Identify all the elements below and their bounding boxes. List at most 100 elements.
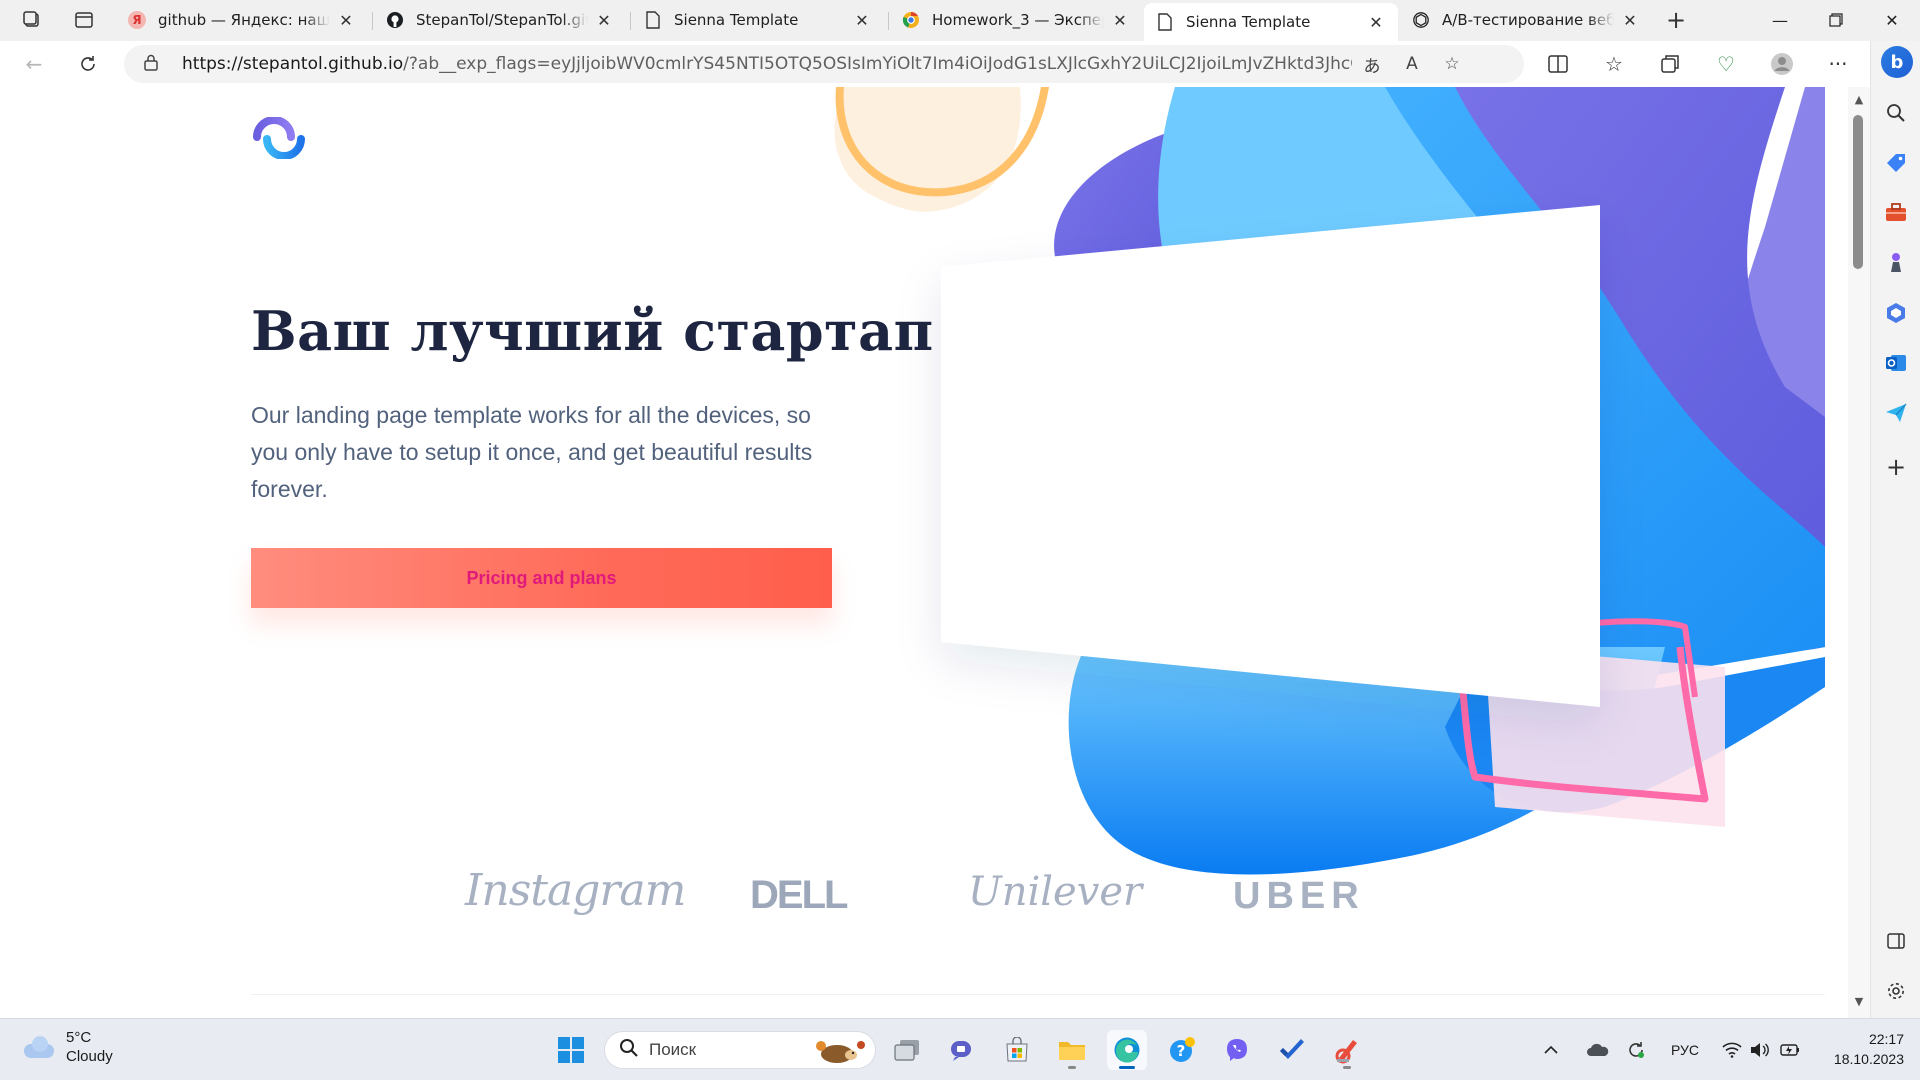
send-plane-icon[interactable] — [1880, 397, 1912, 429]
clock-time: 22:17 — [1868, 1031, 1904, 1047]
windows-start-icon[interactable] — [551, 1030, 591, 1070]
weather-temperature: 5°C — [66, 1029, 92, 1046]
yandex-icon: Я — [128, 11, 146, 29]
close-tab-icon[interactable]: ✕ — [1110, 11, 1130, 30]
todo-check-icon[interactable] — [1272, 1030, 1312, 1070]
openai-icon — [1412, 11, 1430, 29]
landing-page: Ваш лучший стартап Our landing page temp… — [25, 87, 1825, 1018]
favorite-star-icon[interactable]: ☆ — [1432, 54, 1472, 74]
profile-avatar[interactable] — [1766, 49, 1798, 79]
github-icon — [386, 11, 404, 29]
file-explorer-icon[interactable] — [1052, 1030, 1092, 1070]
tab-title: github — Яндекс: нашлось — [158, 11, 330, 29]
edge-sidebar: b + — [1870, 41, 1920, 1018]
hero-title: Ваш лучший стартап — [251, 299, 934, 363]
address-bar[interactable]: https://stepantol.github.io/?ab__exp_fla… — [124, 45, 1524, 83]
browser-toolbar: ← https://stepantol.github.io/?ab__exp_f… — [0, 41, 1920, 87]
show-hidden-icons-chevron-icon[interactable] — [1544, 1019, 1558, 1080]
translate-icon[interactable]: あ — [1352, 52, 1392, 77]
collections-icon[interactable] — [1654, 49, 1686, 79]
shopping-tag-icon[interactable] — [1880, 147, 1912, 179]
sync-update-icon[interactable] — [1626, 1019, 1646, 1080]
hero-description: Our landing page template works for all … — [251, 402, 813, 502]
battery-charging-icon[interactable] — [1780, 1019, 1800, 1080]
add-sidebar-app-icon[interactable]: + — [1880, 451, 1912, 483]
games-chess-icon[interactable] — [1880, 247, 1912, 279]
page-icon — [644, 11, 662, 29]
dell-logo: DELL — [750, 873, 848, 917]
close-tab-icon[interactable]: ✕ — [594, 11, 614, 30]
tab-title: Homework_3 — Эксперим — [932, 11, 1104, 29]
tab-homework[interactable]: Homework_3 — Эксперим ✕ — [890, 3, 1142, 37]
browser-essentials-icon[interactable]: ♡ — [1710, 49, 1742, 79]
page-viewport: Ваш лучший стартап Our landing page temp… — [0, 87, 1848, 1018]
microsoft-store-icon[interactable] — [997, 1030, 1037, 1070]
settings-menu-icon[interactable]: ··· — [1822, 49, 1854, 79]
tab-strip: Я github — Яндекс: нашлось ✕ StepanTol/S… — [0, 0, 1920, 41]
close-window-button[interactable]: ✕ — [1864, 0, 1920, 40]
search-placeholder: Поиск — [649, 1040, 697, 1059]
weather-description: Cloudy — [66, 1048, 113, 1065]
taskbar-search-box[interactable]: Поиск — [604, 1031, 876, 1069]
tab-github-repo[interactable]: StepanTol/StepanTol.github ✕ — [374, 3, 626, 37]
onedrive-cloud-icon[interactable] — [1586, 1019, 1610, 1080]
scroll-up-arrow-icon[interactable]: ▲ — [1851, 93, 1867, 109]
lock-icon[interactable] — [144, 54, 162, 75]
tools-briefcase-icon[interactable] — [1880, 197, 1912, 229]
outlook-icon[interactable] — [1880, 347, 1912, 379]
viber-icon[interactable] — [1217, 1030, 1257, 1070]
site-logo[interactable] — [251, 116, 307, 160]
page-icon — [1156, 13, 1174, 31]
chrome-icon — [902, 11, 920, 29]
scroll-down-arrow-icon[interactable]: ▼ — [1851, 995, 1867, 1011]
tab-sienna-1[interactable]: Sienna Template ✕ — [632, 3, 884, 37]
weather-widget[interactable]: 5°C Cloudy — [22, 1028, 113, 1066]
task-view-icon[interactable] — [887, 1030, 927, 1070]
url-text[interactable]: https://stepantol.github.io/?ab__exp_fla… — [182, 54, 1352, 74]
sidebar-settings-gear-icon[interactable] — [1880, 975, 1912, 1007]
tab-actions-icon[interactable] — [68, 6, 100, 34]
favorites-icon[interactable]: ☆ — [1598, 49, 1630, 79]
page-scrollbar[interactable]: ▲ ▼ — [1848, 87, 1870, 1018]
cloud-weather-icon — [22, 1036, 56, 1058]
scrollbar-thumb[interactable] — [1853, 115, 1863, 269]
tab-title: StepanTol/StepanTol.github — [416, 11, 588, 29]
wifi-icon[interactable] — [1722, 1019, 1742, 1080]
tab-github-search[interactable]: Я github — Яндекс: нашлось ✕ — [116, 3, 368, 37]
volume-speaker-icon[interactable] — [1750, 1019, 1770, 1080]
teams-chat-icon[interactable] — [942, 1030, 982, 1070]
new-tab-button[interactable]: + — [1660, 6, 1692, 34]
close-tab-icon[interactable]: ✕ — [336, 11, 356, 30]
tab-title: Sienna Template — [1186, 13, 1311, 31]
ccleaner-icon[interactable] — [1327, 1030, 1367, 1070]
help-tips-icon[interactable]: ? — [1162, 1030, 1202, 1070]
close-tab-icon[interactable]: ✕ — [1620, 11, 1640, 30]
input-language-indicator[interactable]: РУС — [1671, 1019, 1699, 1080]
tab-ab-testing[interactable]: A/B-тестирование веб-пр ✕ — [1400, 3, 1652, 37]
microsoft-365-icon[interactable] — [1880, 297, 1912, 329]
bing-copilot-icon[interactable]: b — [1881, 46, 1913, 78]
reload-button[interactable] — [72, 49, 104, 79]
workspaces-icon[interactable] — [16, 6, 48, 34]
back-button[interactable]: ← — [18, 49, 50, 79]
svg-text:?: ? — [1177, 1042, 1186, 1060]
split-screen-icon[interactable] — [1542, 49, 1574, 79]
edge-browser-icon[interactable] — [1107, 1030, 1147, 1070]
read-aloud-icon[interactable]: A — [1392, 54, 1432, 74]
tab-sienna-active[interactable]: Sienna Template ✕ — [1144, 3, 1398, 41]
search-icon — [619, 1038, 639, 1063]
search-highlight-hedgehog-icon — [811, 1036, 867, 1064]
sidebar-toggle-icon[interactable] — [1880, 925, 1912, 957]
maximize-button[interactable] — [1808, 0, 1864, 40]
pricing-and-plans-button[interactable]: Pricing and plans — [251, 548, 832, 608]
close-tab-icon[interactable]: ✕ — [852, 11, 872, 30]
windows-taskbar: 5°C Cloudy Поиск ? РУС 22:17 18.10.2023 — [0, 1018, 1920, 1080]
search-icon[interactable] — [1880, 97, 1912, 129]
tab-title: Sienna Template — [674, 11, 799, 29]
client-logos: Instagram DELL Unilever UBER — [25, 865, 1825, 937]
system-clock[interactable]: 22:17 18.10.2023 — [1812, 1029, 1904, 1069]
section-divider — [251, 994, 1825, 995]
close-tab-icon[interactable]: ✕ — [1366, 13, 1386, 32]
minimize-button[interactable]: — — [1752, 0, 1808, 40]
uber-logo: UBER — [1233, 875, 1365, 917]
